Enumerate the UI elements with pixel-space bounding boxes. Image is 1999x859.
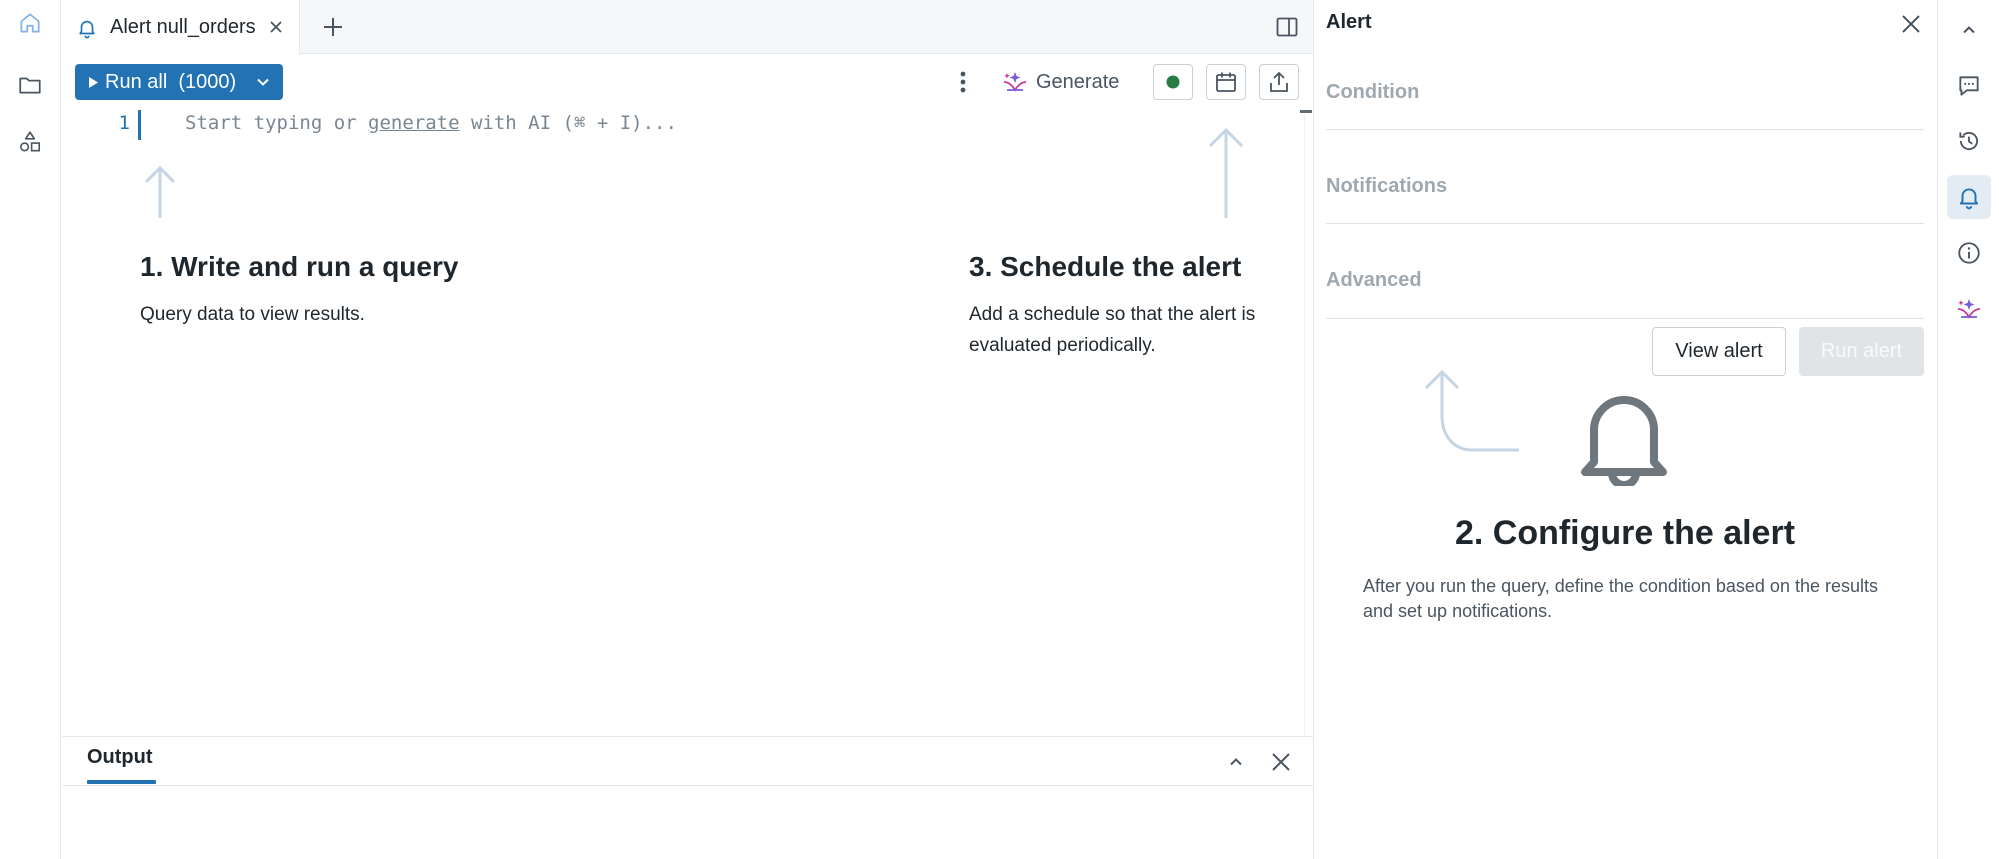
close-icon bbox=[1272, 753, 1290, 771]
bell-icon bbox=[1959, 188, 1979, 210]
output-tab-bar bbox=[62, 736, 1313, 786]
history-icon bbox=[1959, 131, 1979, 150]
share-upload-icon bbox=[1270, 71, 1288, 92]
generate-button[interactable]: Generate bbox=[1002, 64, 1132, 100]
more-options-button[interactable] bbox=[950, 66, 976, 98]
assistant-button[interactable] bbox=[1947, 287, 1991, 331]
catalog-button[interactable] bbox=[10, 122, 50, 162]
kebab-menu-icon bbox=[960, 71, 966, 93]
divider bbox=[1326, 223, 1924, 224]
history-button[interactable] bbox=[1947, 119, 1991, 163]
run-all-button[interactable]: Run all (1000) bbox=[75, 64, 283, 100]
editor-divider bbox=[1304, 114, 1305, 736]
info-button[interactable] bbox=[1947, 231, 1991, 275]
folder-icon bbox=[19, 77, 41, 94]
tab-title: Alert null_orders bbox=[110, 16, 256, 38]
status-button[interactable] bbox=[1153, 64, 1193, 100]
step1-description: Query data to view results. bbox=[140, 304, 365, 325]
arrow-up-icon bbox=[1208, 127, 1244, 218]
alert-panel-title: Alert bbox=[1326, 11, 1372, 33]
schedule-button[interactable] bbox=[1206, 64, 1246, 100]
alert-panel-toggle[interactable] bbox=[1947, 175, 1991, 219]
home-icon bbox=[20, 13, 40, 33]
run-all-label: Run all (1000) bbox=[105, 70, 237, 93]
divider bbox=[1326, 318, 1924, 319]
close-icon bbox=[1902, 15, 1920, 33]
divider bbox=[1326, 129, 1924, 130]
step2-title: 2. Configure the alert bbox=[1454, 514, 1796, 552]
left-navigation-rail bbox=[0, 0, 61, 859]
home-button[interactable] bbox=[10, 3, 50, 43]
text-cursor bbox=[138, 110, 141, 140]
step3-description: Add a schedule so that the alert is eval… bbox=[969, 304, 1256, 356]
workspace-button[interactable] bbox=[10, 65, 50, 105]
step2-description: After you run the query, define the cond… bbox=[1363, 576, 1878, 621]
share-button[interactable] bbox=[1259, 64, 1299, 100]
editor-placeholder[interactable]: Start typing or generate with AI (⌘ + I)… bbox=[185, 112, 677, 134]
close-alert-panel-button[interactable] bbox=[1897, 10, 1925, 38]
tab-alert[interactable]: Alert null_orders bbox=[62, 0, 300, 55]
info-icon bbox=[1958, 242, 1980, 264]
run-all-main[interactable]: Run all (1000) bbox=[75, 64, 247, 100]
step3-title: 3. Schedule the alert bbox=[969, 251, 1242, 282]
generate-label: Generate bbox=[1036, 70, 1120, 93]
step1-title: 1. Write and run a query bbox=[140, 251, 459, 282]
split-panel-icon bbox=[1276, 17, 1298, 37]
plus-icon bbox=[324, 18, 342, 36]
bell-icon bbox=[79, 20, 95, 38]
chevron-up-icon bbox=[1230, 758, 1242, 766]
close-output-button[interactable] bbox=[1268, 749, 1294, 775]
status-dot-icon bbox=[1166, 75, 1180, 89]
section-condition[interactable]: Condition bbox=[1326, 81, 1419, 104]
section-notifications[interactable]: Notifications bbox=[1326, 175, 1447, 198]
collapse-rail-button[interactable] bbox=[1947, 8, 1991, 52]
comments-button[interactable] bbox=[1947, 64, 1991, 108]
curved-arrow-icon bbox=[1424, 369, 1519, 452]
run-alert-button[interactable]: Run alert bbox=[1799, 327, 1924, 376]
assistant-sparkle-icon bbox=[1957, 299, 1981, 319]
collapse-output-button[interactable] bbox=[1224, 750, 1248, 774]
generate-link[interactable]: generate bbox=[368, 112, 460, 134]
chevron-up-icon bbox=[1963, 26, 1975, 34]
close-icon bbox=[270, 21, 282, 33]
run-all-dropdown[interactable] bbox=[247, 64, 279, 100]
shapes-icon bbox=[19, 131, 41, 152]
bell-icon bbox=[1581, 396, 1667, 486]
split-view-button[interactable] bbox=[1272, 12, 1302, 42]
view-alert-button[interactable]: View alert bbox=[1652, 327, 1786, 376]
active-tab-indicator bbox=[87, 780, 156, 784]
editor-scrollbar[interactable] bbox=[1300, 110, 1312, 113]
add-tab-button[interactable] bbox=[318, 12, 348, 42]
calendar-icon bbox=[1216, 72, 1236, 92]
tab-close-button[interactable] bbox=[265, 16, 287, 38]
section-advanced[interactable]: Advanced bbox=[1326, 269, 1422, 292]
line-number: 1 bbox=[118, 112, 130, 134]
chevron-down-icon bbox=[257, 78, 269, 86]
assistant-sparkle-icon bbox=[1003, 72, 1027, 92]
arrow-up-icon bbox=[144, 165, 176, 218]
tab-output[interactable]: Output bbox=[87, 746, 153, 769]
play-icon bbox=[89, 76, 98, 88]
comment-icon bbox=[1959, 76, 1979, 96]
